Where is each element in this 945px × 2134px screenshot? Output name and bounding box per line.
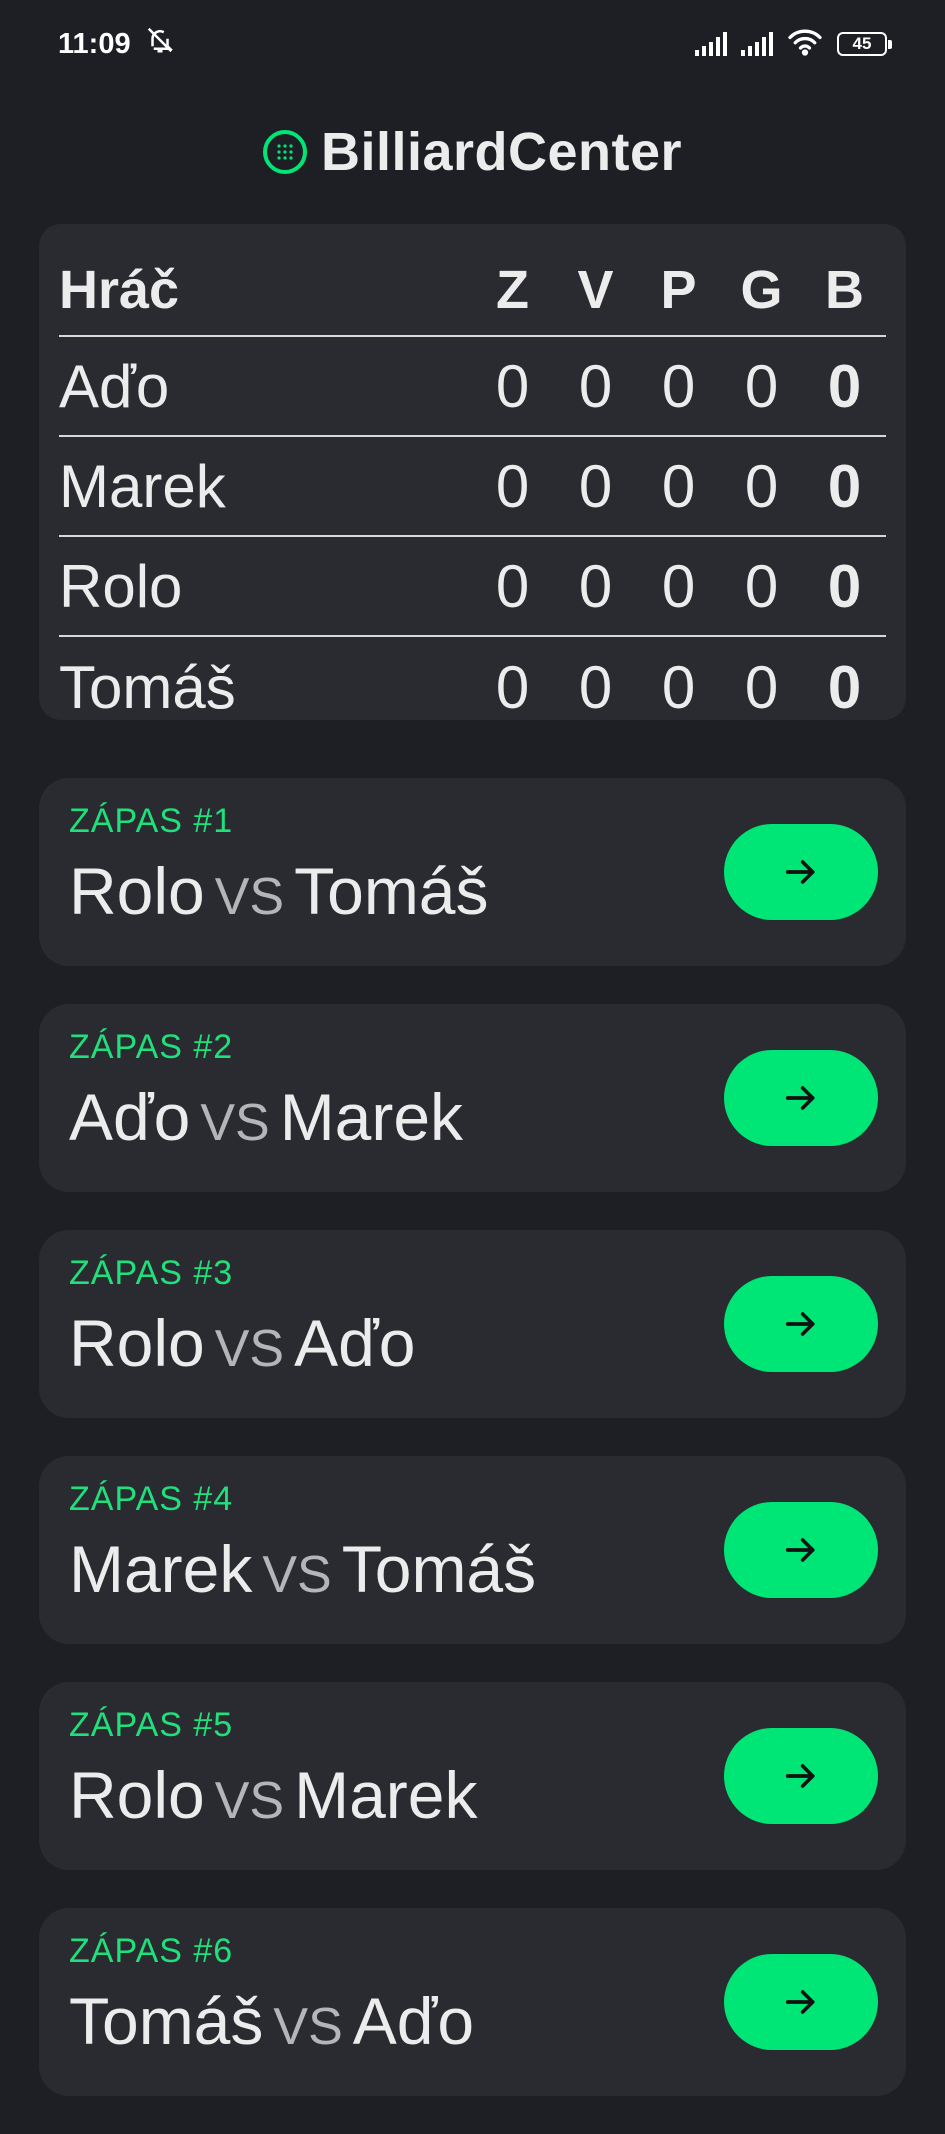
app-title: BilliardCenter xyxy=(320,122,683,182)
stat-z: 0 xyxy=(495,452,530,520)
player-one: Tomáš xyxy=(69,1984,264,2058)
stat-v: 0 xyxy=(578,552,613,620)
status-time: 11:09 xyxy=(58,27,131,60)
player-two: Tomáš xyxy=(294,854,489,928)
player-two: Tomáš xyxy=(341,1532,537,1606)
table-row: Aďo 0 0 0 0 0 xyxy=(59,337,886,437)
table-row: Rolo 0 0 0 0 0 xyxy=(59,537,886,637)
column-header-z: Z xyxy=(496,259,529,320)
arrow-right-icon xyxy=(785,1086,815,1110)
wifi-icon xyxy=(787,28,823,61)
open-match-button[interactable] xyxy=(724,1502,878,1598)
stat-b: 0 xyxy=(827,352,862,420)
player-one: Marek xyxy=(69,1532,253,1606)
stat-p: 0 xyxy=(661,452,696,520)
match-card[interactable]: ZÁPAS #3 Rolo VS Aďo xyxy=(39,1230,906,1418)
arrow-right-icon xyxy=(785,1764,815,1788)
vs-label: VS xyxy=(200,1094,270,1152)
player-two: Aďo xyxy=(352,1984,475,2058)
signal-icon xyxy=(695,32,727,56)
open-match-button[interactable] xyxy=(724,1954,878,2050)
signal-icon xyxy=(741,32,773,56)
status-left: 11:09 xyxy=(58,25,175,63)
stat-p: 0 xyxy=(661,352,696,420)
stat-g: 0 xyxy=(744,352,779,420)
player-one: Aďo xyxy=(69,1080,191,1154)
arrow-right-icon xyxy=(785,1990,815,2014)
player-name: Marek xyxy=(59,452,226,520)
player-two: Marek xyxy=(279,1080,464,1154)
column-header-b: B xyxy=(825,259,864,320)
standings-header-row: Hráč Z V P G B xyxy=(59,244,886,337)
column-header-v: V xyxy=(577,259,614,320)
match-card[interactable]: ZÁPAS #5 Rolo VS Marek xyxy=(39,1682,906,1870)
stat-g: 0 xyxy=(744,653,779,721)
player-one: Rolo xyxy=(69,1758,205,1832)
stat-z: 0 xyxy=(495,653,530,721)
player-name: Rolo xyxy=(59,552,183,620)
column-header-p: P xyxy=(660,259,697,320)
player-one: Rolo xyxy=(69,854,205,928)
stat-b: 0 xyxy=(827,653,862,721)
match-card[interactable]: ZÁPAS #4 Marek VS Tomáš xyxy=(39,1456,906,1644)
stat-g: 0 xyxy=(744,552,779,620)
match-card[interactable]: ZÁPAS #6 Tomáš VS Aďo xyxy=(39,1908,906,2096)
stat-v: 0 xyxy=(578,352,613,420)
open-match-button[interactable] xyxy=(724,824,878,920)
vs-label: VS xyxy=(214,1772,285,1830)
open-match-button[interactable] xyxy=(724,1728,878,1824)
stat-z: 0 xyxy=(495,552,530,620)
stat-v: 0 xyxy=(578,452,613,520)
stat-g: 0 xyxy=(744,452,779,520)
arrow-right-icon xyxy=(785,1312,815,1336)
stat-p: 0 xyxy=(661,653,696,721)
arrow-right-icon xyxy=(785,860,815,884)
stat-v: 0 xyxy=(578,653,613,721)
match-list: ZÁPAS #1 Rolo VS Tomáš ZÁPAS #2 Aďo VS Marek… xyxy=(39,778,906,2134)
stat-b: 0 xyxy=(827,452,862,520)
match-card[interactable]: ZÁPAS #1 Rolo VS Tomáš xyxy=(39,778,906,966)
stat-p: 0 xyxy=(661,552,696,620)
open-match-button[interactable] xyxy=(724,1050,878,1146)
table-row: Marek 0 0 0 0 0 xyxy=(59,437,886,537)
player-two: Aďo xyxy=(294,1306,416,1380)
status-right: 45 xyxy=(695,28,892,61)
vs-label: VS xyxy=(214,868,285,926)
arrow-right-icon xyxy=(785,1538,815,1562)
app-header: BilliardCenter xyxy=(0,112,945,192)
vs-label: VS xyxy=(273,1998,343,2056)
open-match-button[interactable] xyxy=(724,1276,878,1372)
battery-level: 45 xyxy=(852,34,872,53)
battery-icon: 45 xyxy=(837,32,892,56)
table-row: Tomáš 0 0 0 0 0 xyxy=(59,637,886,737)
column-header-g: G xyxy=(740,259,783,320)
match-card[interactable]: ZÁPAS #2 Aďo VS Marek xyxy=(39,1004,906,1192)
player-name: Tomáš xyxy=(59,653,236,721)
stat-z: 0 xyxy=(495,352,530,420)
status-bar: 11:09 45 xyxy=(0,0,945,88)
stat-b: 0 xyxy=(827,552,862,620)
vs-label: VS xyxy=(262,1546,332,1604)
player-one: Rolo xyxy=(69,1306,205,1380)
vs-label: VS xyxy=(214,1320,285,1378)
player-name: Aďo xyxy=(59,352,170,420)
standings-table: Hráč Z V P G B Aďo 0 0 0 0 0 Marek 0 0 0… xyxy=(39,224,906,721)
bell-off-icon xyxy=(145,25,175,63)
player-two: Marek xyxy=(294,1758,478,1832)
billiard-ball-icon xyxy=(262,130,307,174)
column-header-player: Hráč xyxy=(59,259,180,320)
